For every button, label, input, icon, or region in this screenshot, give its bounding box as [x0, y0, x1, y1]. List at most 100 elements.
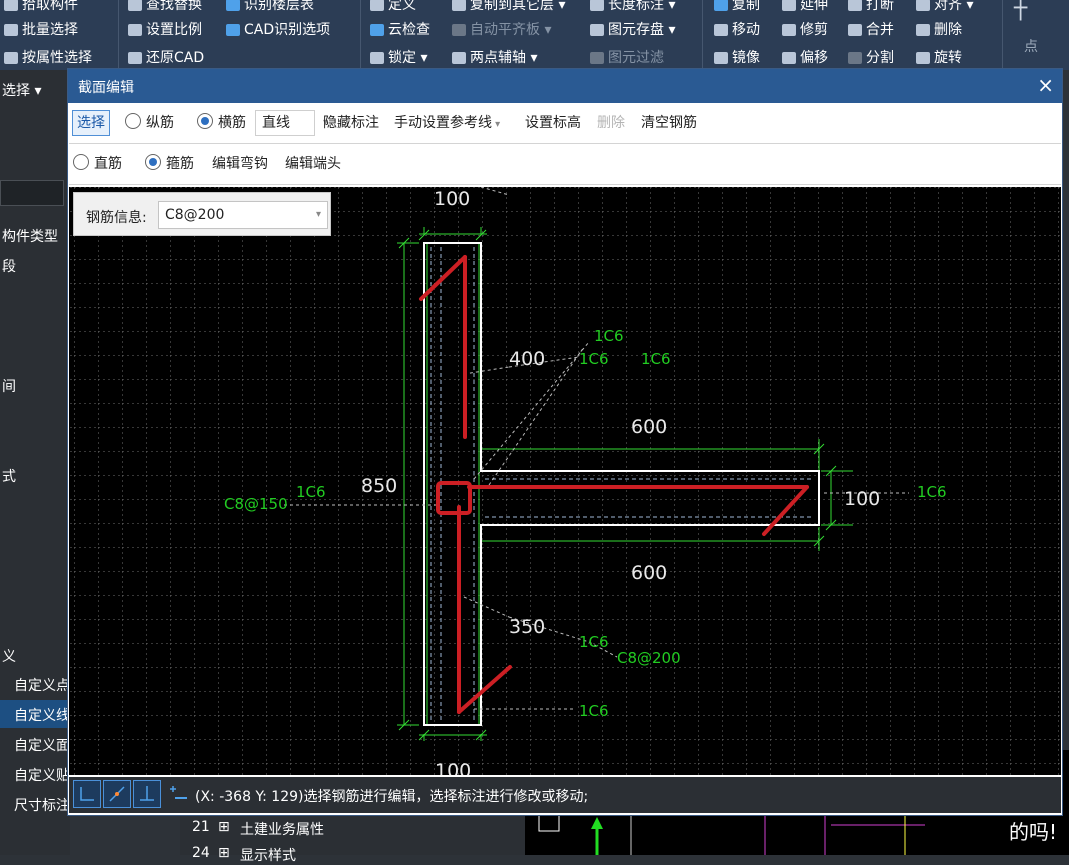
tree-row-selected[interactable]: 自定义线 [0, 700, 70, 728]
left-panel: 选择 ▾ 构件类型 段 间 式 义 自定义点 自定义线 自定义面 自定义贴 尺寸… [0, 70, 70, 855]
snap-toggle[interactable] [103, 780, 131, 808]
dialog-title-bar[interactable]: 截面编辑 × [68, 69, 1062, 103]
set-elevation-button[interactable]: 设置标高 [525, 111, 581, 135]
merge-button[interactable]: 合并 [848, 19, 894, 41]
dim-upper-text: 400 [509, 348, 545, 370]
rebar-info-select[interactable]: C8@200 ▾ [158, 201, 328, 229]
tree-item[interactable]: 义 [2, 646, 16, 666]
grid-row-num: 21 [192, 819, 210, 835]
tree-item[interactable]: 构件类型 [2, 226, 58, 246]
cad-options-button[interactable]: CAD识别选项 [226, 19, 330, 41]
trim-button[interactable]: 修剪 [782, 19, 828, 41]
extend-button[interactable]: 延伸 [782, 0, 828, 16]
set-scale-button[interactable]: 设置比例 [128, 19, 202, 41]
tree-row[interactable]: 自定义面 [0, 730, 70, 758]
save-icon [590, 24, 604, 36]
point-label: 点 [1024, 39, 1038, 55]
axis-icon [452, 52, 466, 64]
dim-top-text: 100 [434, 188, 470, 210]
auto-align-slab-button[interactable]: 自动平齐板 ▾ [452, 19, 551, 41]
pick-component-button[interactable]: 拾取构件 [4, 0, 78, 16]
move-icon [714, 24, 728, 36]
move-button[interactable]: 移动 [714, 19, 760, 41]
mirror-icon [714, 52, 728, 64]
stirrup-radio[interactable]: 箍筋 [145, 152, 194, 176]
restore-cad-button[interactable]: 还原CAD [128, 47, 204, 69]
delete-button[interactable]: 删除 [916, 19, 962, 41]
ortho-toggle[interactable] [73, 780, 101, 808]
tree-item[interactable]: 间 [2, 376, 16, 396]
copy-floor-icon [452, 0, 466, 11]
delete-icon [916, 24, 930, 36]
edit-end-button[interactable]: 编辑端头 [285, 152, 341, 176]
transverse-radio[interactable]: 横筋 [197, 111, 246, 135]
find-replace-button[interactable]: 查找替换 [128, 0, 202, 16]
tree-row[interactable]: 尺寸标注 [0, 790, 70, 818]
rotate-button[interactable]: 旋转 [916, 47, 962, 69]
grid-row-label[interactable]: 显示样式 [240, 845, 296, 865]
perpendicular-toggle[interactable] [133, 780, 161, 808]
identify-floor-table-button[interactable]: 识别楼层表 [226, 0, 314, 16]
section-canvas[interactable]: 100 100 850 600 600 100 400 350 C8@150 1… [69, 187, 1061, 775]
tree-item[interactable]: 段 [2, 256, 16, 276]
batch-select-icon [4, 24, 18, 36]
label-1c6: 1C6 [917, 483, 947, 501]
define-icon [370, 0, 384, 11]
element-save-button[interactable]: 图元存盘 ▾ [590, 19, 675, 41]
split-button[interactable]: 分割 [848, 47, 894, 69]
cloud-check-button[interactable]: 云检查 [370, 19, 430, 41]
lock-button[interactable]: 锁定 ▾ [370, 47, 427, 69]
mirror-button[interactable]: 镜像 [714, 47, 760, 69]
tree-item[interactable]: 式 [2, 466, 16, 486]
manual-ref-button[interactable]: 手动设置参考线 ▾ [394, 111, 500, 135]
chevron-down-icon: ▾ [492, 119, 501, 130]
cad-view-peek[interactable] [525, 815, 1009, 855]
tree-row[interactable]: 自定义点 [0, 670, 70, 698]
split-icon [848, 52, 862, 64]
select-button[interactable]: 选择 [72, 110, 110, 136]
label-c8-150: C8@150 [224, 495, 288, 513]
ribbon-separator [118, 0, 119, 70]
expand-icon[interactable]: ⊞ [218, 845, 230, 861]
two-point-axis-button[interactable]: 两点辅轴 ▾ [452, 47, 537, 69]
rebar-toolbar: 选择 纵筋 横筋 直线 ▾ 隐藏标注 手动设置参考线 ▾ 设置标高 删除 清空钢筋 [69, 103, 1061, 144]
copy-to-floors-button[interactable]: 复制到其它层 ▾ [452, 0, 565, 16]
snap-icon [109, 786, 125, 802]
longitudinal-radio[interactable]: 纵筋 [125, 111, 174, 135]
tree-row[interactable]: 自定义贴 [0, 760, 70, 788]
lock-icon [370, 52, 384, 64]
cloud-icon [370, 24, 384, 36]
section-drawing: 100 100 850 600 600 100 400 350 C8@150 1… [69, 187, 1061, 775]
expand-icon[interactable]: ⊞ [218, 819, 230, 835]
edit-hook-button[interactable]: 编辑弯钩 [212, 152, 268, 176]
line-mode-select[interactable]: 直线 ▾ [255, 110, 328, 136]
straight-radio[interactable]: 直筋 [73, 152, 122, 176]
offset-button[interactable]: 偏移 [782, 47, 828, 69]
select-dropdown[interactable]: 选择 ▾ [2, 80, 41, 100]
dim-bottom-text: 100 [435, 760, 471, 775]
point-icon[interactable]: ┼ [1014, 0, 1027, 20]
hide-dim-button[interactable]: 隐藏标注 [323, 111, 379, 135]
dim-lower-text: 350 [509, 616, 545, 638]
label-1c6: 1C6 [296, 483, 326, 501]
batch-select-button[interactable]: 批量选择 [4, 19, 78, 41]
rotate-icon [916, 52, 930, 64]
ortho-icon [80, 787, 94, 801]
delete-rebar-button[interactable]: 删除 [597, 111, 625, 135]
align-icon [916, 0, 930, 11]
select-by-attr-button[interactable]: 按属性选择 [4, 47, 92, 69]
define-button[interactable]: 定义 [370, 0, 416, 16]
align-button[interactable]: 对齐 ▾ [916, 0, 973, 16]
close-icon[interactable]: × [1037, 73, 1054, 97]
element-filter-button[interactable]: 图元过滤 [590, 47, 664, 69]
grid-row-label[interactable]: 土建业务属性 [240, 819, 324, 839]
clear-rebar-button[interactable]: 清空钢筋 [641, 111, 697, 135]
break-button[interactable]: 打断 [848, 0, 894, 16]
dynamic-input-icon[interactable] [167, 783, 191, 807]
copy-button[interactable]: 复制 [714, 0, 760, 16]
pick-icon [4, 0, 18, 11]
status-text: (X: -368 Y: 129)选择钢筋进行编辑，选择标注进行修改或移动; [195, 789, 589, 805]
length-dim-button[interactable]: 长度标注 ▾ [590, 0, 675, 16]
left-combo[interactable] [0, 180, 64, 206]
cad-peek-drawing [538, 815, 925, 855]
